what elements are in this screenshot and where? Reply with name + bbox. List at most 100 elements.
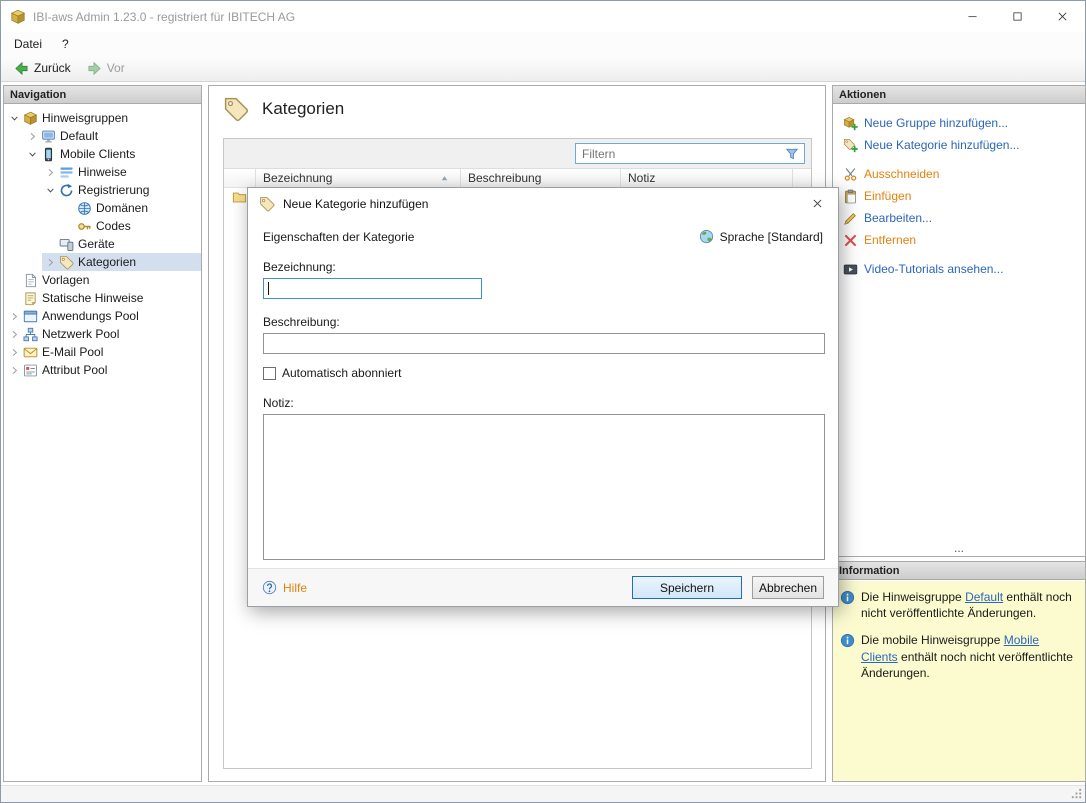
maximize-button[interactable] bbox=[995, 1, 1040, 32]
beschreibung-label: Beschreibung: bbox=[263, 315, 823, 329]
maximize-icon bbox=[1011, 10, 1024, 23]
column-header-label: Notiz bbox=[628, 171, 655, 185]
help-icon bbox=[262, 580, 277, 595]
action-label: Neue Gruppe hinzufügen... bbox=[864, 116, 1008, 130]
column-header-notiz[interactable]: Notiz bbox=[621, 169, 793, 187]
forward-label: Vor bbox=[107, 61, 125, 75]
column-header-bezeichnung[interactable]: Bezeichnung bbox=[256, 169, 461, 187]
tree-item-mobile-clients[interactable]: Mobile Clients bbox=[24, 145, 201, 163]
tree-item-default[interactable]: Default bbox=[24, 127, 201, 145]
expander-spacer bbox=[60, 200, 77, 216]
registration-icon bbox=[59, 183, 74, 198]
navigation-panel: Navigation HinweisgruppenDefaultMobile C… bbox=[3, 85, 202, 782]
bezeichnung-input[interactable] bbox=[263, 278, 482, 299]
status-bar bbox=[1, 785, 1085, 802]
tree-item-label: Statische Hinweise bbox=[42, 291, 143, 305]
minimize-icon bbox=[966, 10, 979, 23]
chevron-right-icon[interactable] bbox=[42, 254, 59, 270]
cancel-button[interactable]: Abbrechen bbox=[752, 576, 824, 599]
tree-item-label: Kategorien bbox=[78, 255, 136, 269]
menu-item-datei[interactable]: Datei bbox=[4, 32, 52, 55]
action-label: Neue Kategorie hinzufügen... bbox=[864, 138, 1019, 152]
application-window: { "colors": { "accent-blue": "#2b66b8", … bbox=[0, 0, 1086, 803]
action-label: Bearbeiten... bbox=[864, 211, 932, 225]
menu-item-help[interactable]: ? bbox=[52, 32, 79, 55]
action-ausschneiden[interactable]: Ausschneiden bbox=[843, 163, 1085, 185]
chevron-down-icon[interactable] bbox=[42, 182, 59, 198]
expander-spacer bbox=[6, 290, 23, 306]
info-text-segment: Die mobile Hinweisgruppe bbox=[861, 633, 1004, 647]
tree-item-kategorien[interactable]: Kategorien bbox=[42, 253, 201, 271]
chevron-right-icon[interactable] bbox=[6, 308, 23, 324]
tree-item-codes[interactable]: Codes bbox=[60, 217, 201, 235]
help-link[interactable]: Hilfe bbox=[262, 580, 307, 595]
action-neue-gruppe-hinzufügen[interactable]: Neue Gruppe hinzufügen... bbox=[843, 112, 1085, 134]
back-label: Zurück bbox=[34, 61, 71, 75]
action-entfernen[interactable]: Entfernen bbox=[843, 229, 1085, 251]
chevron-right-icon[interactable] bbox=[6, 326, 23, 342]
app-pool-icon bbox=[23, 309, 38, 324]
tree-item-vorlagen[interactable]: Vorlagen bbox=[6, 271, 201, 289]
filter-icon[interactable] bbox=[785, 147, 799, 161]
info-icon bbox=[840, 633, 855, 648]
column-header-icon[interactable] bbox=[224, 169, 256, 187]
automatisch-abonniert-checkbox[interactable] bbox=[263, 367, 276, 380]
action-neue-kategorie-hinzufügen[interactable]: Neue Kategorie hinzufügen... bbox=[843, 134, 1085, 156]
resize-grip-icon[interactable] bbox=[1070, 787, 1083, 800]
group-icon bbox=[23, 111, 38, 126]
tree-item-registrierung[interactable]: Registrierung bbox=[42, 181, 201, 199]
tree-item-label: Mobile Clients bbox=[60, 147, 135, 161]
save-button[interactable]: Speichern bbox=[632, 576, 742, 599]
tree-item-hinweise[interactable]: Hinweise bbox=[42, 163, 201, 181]
window-controls bbox=[950, 1, 1085, 32]
monitor-icon bbox=[41, 129, 56, 144]
add-group-icon bbox=[843, 116, 858, 131]
dialog-close-button[interactable] bbox=[804, 192, 830, 216]
action-einfügen[interactable]: Einfügen bbox=[843, 185, 1085, 207]
key-icon bbox=[77, 219, 92, 234]
chevron-right-icon[interactable] bbox=[6, 344, 23, 360]
network-icon bbox=[23, 327, 38, 342]
close-button[interactable] bbox=[1040, 1, 1085, 32]
tree-item-netzwerk-pool[interactable]: Netzwerk Pool bbox=[6, 325, 201, 343]
chevron-right-icon[interactable] bbox=[42, 164, 59, 180]
filter-input[interactable] bbox=[576, 147, 780, 161]
minimize-button[interactable] bbox=[950, 1, 995, 32]
chevron-down-icon[interactable] bbox=[6, 110, 23, 126]
tree-item-label: E-Mail Pool bbox=[42, 345, 103, 359]
tree-item-attribut-pool[interactable]: Attribut Pool bbox=[6, 361, 201, 379]
info-note: Die Hinweisgruppe Default enthält noch n… bbox=[840, 589, 1078, 621]
window-close-icon bbox=[1056, 10, 1069, 23]
tree-item-label: Hinweise bbox=[78, 165, 127, 179]
tree-item-domänen[interactable]: Domänen bbox=[60, 199, 201, 217]
mobile-icon bbox=[41, 147, 56, 162]
tree-item-label: Default bbox=[60, 129, 98, 143]
column-header-beschreibung[interactable]: Beschreibung bbox=[461, 169, 621, 187]
information-header: Information bbox=[833, 562, 1085, 580]
beschreibung-input[interactable] bbox=[263, 333, 825, 354]
chevron-down-icon[interactable] bbox=[24, 146, 41, 162]
tree-item-geräte[interactable]: Geräte bbox=[42, 235, 201, 253]
grid-header: BezeichnungBeschreibung Notiz bbox=[224, 169, 811, 188]
device-icon bbox=[59, 237, 74, 252]
info-link[interactable]: Default bbox=[965, 590, 1003, 604]
actions-overflow[interactable]: ... bbox=[833, 542, 1085, 555]
language-selector[interactable]: Sprache [Standard] bbox=[699, 229, 823, 244]
forward-button[interactable]: Vor bbox=[80, 59, 132, 78]
action-video-tutorials-ansehen[interactable]: Video-Tutorials ansehen... bbox=[843, 258, 1085, 280]
tree-item-statische-hinweise[interactable]: Statische Hinweise bbox=[6, 289, 201, 307]
tree-item-anwendungs-pool[interactable]: Anwendungs Pool bbox=[6, 307, 201, 325]
action-bearbeiten[interactable]: Bearbeiten... bbox=[843, 207, 1085, 229]
expander-spacer bbox=[42, 236, 59, 252]
forward-icon bbox=[87, 61, 102, 76]
tree-item-e-mail-pool[interactable]: E-Mail Pool bbox=[6, 343, 201, 361]
notiz-label: Notiz: bbox=[263, 396, 823, 410]
chevron-right-icon[interactable] bbox=[24, 128, 41, 144]
back-button[interactable]: Zurück bbox=[7, 59, 78, 78]
tree-item-label: Registrierung bbox=[78, 183, 149, 197]
chevron-right-icon[interactable] bbox=[6, 362, 23, 378]
dialog-buttons: Speichern Abbrechen bbox=[632, 576, 824, 599]
add-category-icon bbox=[843, 138, 858, 153]
notiz-input[interactable] bbox=[263, 414, 825, 560]
tree-item-hinweisgruppen[interactable]: Hinweisgruppen bbox=[6, 109, 201, 127]
